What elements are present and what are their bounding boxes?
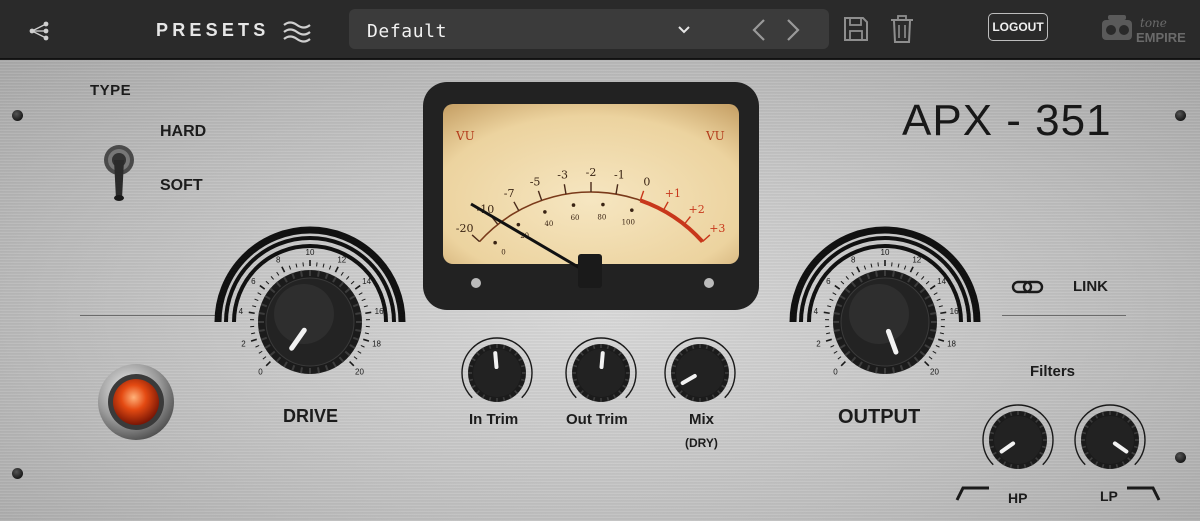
panel-screw [12, 468, 23, 479]
output-label: OUTPUT [838, 406, 921, 428]
knob-scale-label: 8 [851, 256, 856, 265]
vu-db-label: -7 [504, 187, 515, 200]
knob-scale-label: 10 [881, 248, 890, 257]
knob-scale-label: 4 [814, 307, 819, 316]
share-icon[interactable] [26, 17, 54, 45]
knob-scale-label: 2 [816, 340, 821, 349]
vu-percent-label: 100 [622, 219, 635, 227]
save-icon[interactable] [842, 14, 870, 44]
link-icon[interactable] [1011, 276, 1045, 298]
divider-line [80, 315, 220, 316]
drive-label: DRIVE [283, 406, 339, 426]
vu-db-label: +3 [709, 222, 725, 235]
vu-percent-label: 60 [571, 214, 580, 222]
vu-percent-label: 0 [501, 248, 505, 256]
panel-screw [1175, 110, 1186, 121]
vu-db-label: -2 [586, 166, 597, 179]
vu-db-label: +2 [688, 203, 704, 216]
preset-name: Default [367, 21, 448, 42]
in-trim-knob[interactable] [457, 333, 537, 413]
knob-scale-label: 14 [937, 277, 946, 286]
type-toggle-switch[interactable] [99, 142, 139, 202]
knob-pointer [599, 351, 605, 370]
presets-label: PRESETS [156, 20, 270, 40]
knob-scale-label: 6 [251, 277, 256, 286]
knob-scale-label: 10 [306, 248, 315, 257]
vu-db-label: -3 [557, 168, 568, 181]
knob-scale-label: 18 [947, 340, 956, 349]
mix-knob[interactable] [660, 333, 740, 413]
preset-selector[interactable]: Default [349, 9, 829, 49]
type-option-soft[interactable]: SOFT [160, 177, 203, 195]
hp-filter-knob[interactable] [978, 400, 1058, 480]
filters-label: Filters [1030, 363, 1076, 380]
vu-left-tag: VU [455, 129, 475, 143]
trash-icon[interactable] [888, 13, 916, 45]
knob-scale-label: 4 [239, 307, 244, 316]
knob-scale-label: 12 [912, 256, 921, 265]
vu-db-label: 0 [643, 175, 650, 188]
drive-knob[interactable]: 0 2 4 6 8 10 12 14 16 18 20 [200, 204, 420, 384]
vu-right-tag: VU [705, 129, 725, 143]
knob-scale-label: 16 [950, 307, 959, 316]
vu-percent-label: 40 [544, 220, 553, 228]
knob-scale-label: 2 [241, 340, 246, 349]
hp-bracket-icon [955, 486, 989, 501]
link-label[interactable]: LINK [1073, 278, 1108, 295]
vu-percent-label: 80 [597, 213, 606, 221]
brand-line2: EMPIRE [1136, 30, 1186, 45]
knob-scale-label: 6 [826, 277, 831, 286]
next-preset-chevron-right-icon[interactable] [781, 17, 805, 43]
in-trim-label: In Trim [469, 411, 519, 428]
lp-label: LP [1100, 488, 1118, 504]
vu-db-label: -5 [530, 175, 541, 188]
knob-scale-label: 12 [337, 256, 346, 265]
chevron-down-icon[interactable] [675, 22, 693, 36]
vu-db-label: -20 [456, 222, 474, 235]
panel-screw [1175, 452, 1186, 463]
knob-scale-label: 16 [375, 307, 384, 316]
knob-scale-label: 14 [362, 277, 371, 286]
hp-label: HP [1008, 490, 1028, 506]
knob-scale-label: 8 [276, 256, 281, 265]
knob-scale-label: 0 [258, 367, 263, 376]
tone-empire-logo: tone EMPIRE [1100, 10, 1186, 48]
knob-pointer [493, 351, 499, 370]
knob-scale-label: 20 [930, 367, 939, 376]
out-trim-label: Out Trim [566, 411, 628, 428]
vu-meter: -20-10-7-5-3-2-10+1+2+3020406080100 VU V… [423, 82, 759, 310]
knob-scale-label: 18 [372, 340, 381, 349]
plugin-panel: TYPE HARD SOFT APX - 351 -20 -10 -7 -5 -… [0, 60, 1200, 521]
divider-line [1002, 315, 1126, 316]
vu-db-label: -1 [614, 168, 625, 181]
mix-dry-label: (DRY) [685, 436, 718, 450]
output-knob[interactable]: 0 2 4 6 8 10 12 14 16 18 20 [775, 204, 995, 384]
model-title: APX - 351 [902, 96, 1112, 145]
type-label: TYPE [90, 82, 132, 99]
vu-db-label: +1 [665, 187, 681, 200]
knob-scale-label: 20 [355, 367, 364, 376]
brand-line1: tone [1140, 16, 1167, 30]
logout-button[interactable]: LOGOUT [988, 13, 1048, 41]
knob-scale-label: 0 [833, 367, 838, 376]
bypass-lamp-button[interactable] [96, 362, 176, 442]
out-trim-knob[interactable] [561, 333, 641, 413]
panel-screw [12, 110, 23, 121]
top-bar: PRESETS Default LOGOUT tone EMPIRE [0, 0, 1200, 59]
preset-browser-wave-icon[interactable] [282, 18, 312, 46]
lp-bracket-icon [1127, 486, 1161, 501]
lp-filter-knob[interactable] [1070, 400, 1150, 480]
type-option-hard[interactable]: HARD [160, 123, 206, 141]
previous-preset-chevron-left-icon[interactable] [747, 17, 771, 43]
mix-label: Mix [689, 411, 715, 428]
